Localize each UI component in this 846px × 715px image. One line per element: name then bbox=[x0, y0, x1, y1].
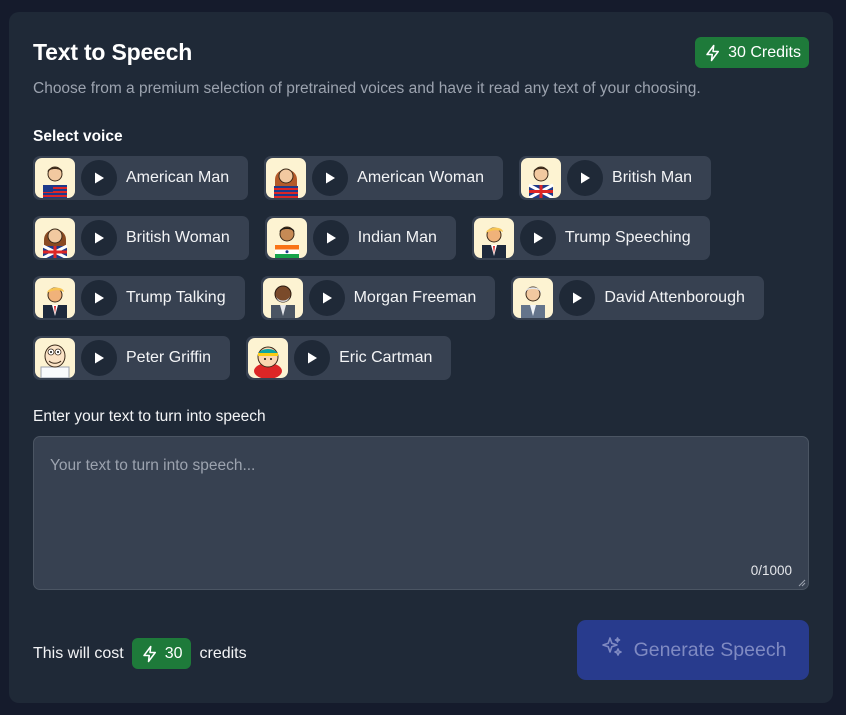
voice-option-eric-cartman[interactable]: Eric Cartman bbox=[246, 336, 452, 380]
text-to-speech-card: Text to Speech 30 Credits Choose from a … bbox=[9, 12, 833, 703]
character-counter: 0/1000 bbox=[750, 563, 792, 578]
voice-option-british-woman[interactable]: British Woman bbox=[33, 216, 249, 260]
peter-griffin-avatar bbox=[35, 338, 75, 378]
play-icon[interactable] bbox=[519, 220, 556, 256]
british-woman-avatar bbox=[35, 218, 75, 258]
voice-option-trump-talking[interactable]: Trump Talking bbox=[33, 276, 245, 320]
morgan-freeman-avatar bbox=[262, 278, 303, 318]
voice-name: David Attenborough bbox=[604, 289, 745, 306]
voice-name: British Man bbox=[612, 169, 693, 186]
sparkles-icon bbox=[600, 635, 624, 665]
select-voice-label: Select voice bbox=[33, 128, 123, 145]
voice-option-peter-griffin[interactable]: Peter Griffin bbox=[33, 336, 231, 380]
voice-name: American Woman bbox=[357, 169, 485, 186]
voice-row-4: Peter Griffin Eric Cartman bbox=[33, 336, 452, 380]
generate-speech-label: Generate Speech bbox=[633, 638, 787, 661]
credits-badge-label: 30 Credits bbox=[728, 43, 801, 61]
resize-handle-icon[interactable] bbox=[798, 579, 806, 587]
voice-row-1: American Man American Woman British Man bbox=[33, 156, 712, 200]
trump-avatar bbox=[35, 278, 75, 318]
text-input-container: 0/1000 bbox=[33, 436, 809, 590]
text-input-label: Enter your text to turn into speech bbox=[33, 408, 266, 425]
voice-option-morgan-freeman[interactable]: Morgan Freeman bbox=[260, 276, 496, 320]
play-icon[interactable] bbox=[308, 280, 345, 316]
voice-name: Indian Man bbox=[357, 229, 437, 246]
eric-cartman-avatar bbox=[248, 338, 289, 378]
cost-prefix: This will cost bbox=[33, 644, 124, 662]
voice-row-2: British Woman Indian Man Trump Speeching bbox=[33, 216, 710, 260]
page-title: Text to Speech bbox=[33, 39, 193, 65]
voice-name: Trump Speeching bbox=[564, 229, 691, 246]
voice-name: American Man bbox=[126, 169, 230, 186]
cost-badge: 30 bbox=[131, 638, 192, 669]
play-icon[interactable] bbox=[81, 340, 117, 376]
generate-speech-button[interactable]: Generate Speech bbox=[577, 620, 809, 680]
indian-man-avatar bbox=[266, 218, 307, 258]
david-attenborough-avatar bbox=[513, 278, 554, 318]
voice-option-indian-man[interactable]: Indian Man bbox=[264, 216, 456, 260]
cost-summary: This will cost 30 credits bbox=[33, 638, 247, 669]
play-icon[interactable] bbox=[312, 160, 349, 196]
cost-amount: 30 bbox=[164, 644, 183, 662]
play-icon[interactable] bbox=[81, 280, 117, 316]
american-woman-avatar bbox=[266, 158, 307, 198]
voice-option-american-man[interactable]: American Man bbox=[33, 156, 249, 200]
voice-option-trump-speeching[interactable]: Trump Speeching bbox=[471, 216, 710, 260]
voice-row-3: Trump Talking Morgan Freeman David Atten… bbox=[33, 276, 764, 320]
voice-option-british-man[interactable]: British Man bbox=[519, 156, 712, 200]
lightning-bolt-icon bbox=[704, 44, 722, 62]
play-icon[interactable] bbox=[81, 160, 117, 196]
british-man-avatar bbox=[521, 158, 562, 198]
credits-badge: 30 Credits bbox=[695, 37, 809, 68]
page-subtitle: Choose from a premium selection of pretr… bbox=[33, 80, 701, 97]
lightning-bolt-icon bbox=[141, 645, 159, 663]
play-icon[interactable] bbox=[294, 340, 331, 376]
voice-option-david-attenborough[interactable]: David Attenborough bbox=[511, 276, 764, 320]
american-man-avatar bbox=[35, 158, 75, 198]
voice-name: British Woman bbox=[126, 229, 230, 246]
play-icon[interactable] bbox=[81, 220, 117, 256]
voice-name: Peter Griffin bbox=[126, 349, 212, 366]
voice-name: Trump Talking bbox=[126, 289, 226, 306]
voice-name: Eric Cartman bbox=[339, 349, 433, 366]
play-icon[interactable] bbox=[567, 160, 604, 196]
voice-option-american-woman[interactable]: American Woman bbox=[264, 156, 504, 200]
trump-avatar bbox=[473, 218, 514, 258]
play-icon[interactable] bbox=[312, 220, 349, 256]
voice-name: Morgan Freeman bbox=[353, 289, 477, 306]
cost-suffix: credits bbox=[199, 644, 247, 662]
speech-text-input[interactable] bbox=[34, 437, 808, 589]
play-icon[interactable] bbox=[559, 280, 596, 316]
